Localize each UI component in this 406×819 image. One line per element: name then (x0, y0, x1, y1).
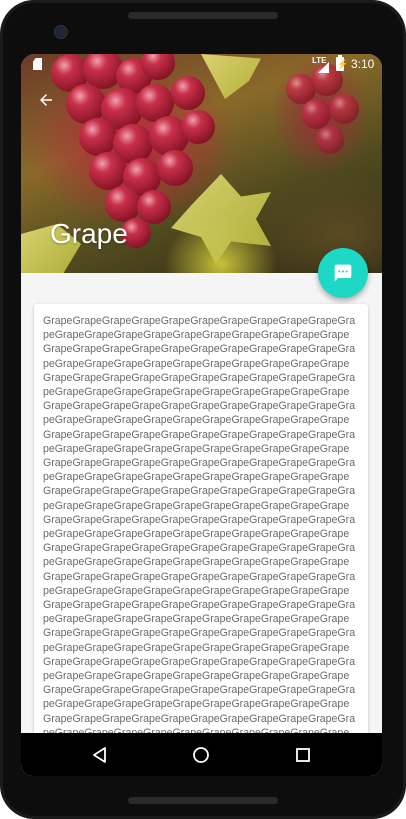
status-time: 3:10 (351, 57, 375, 71)
grape (157, 150, 193, 186)
network-type: LTE (312, 56, 327, 65)
nav-recents-icon (296, 748, 310, 762)
grape (79, 118, 117, 156)
page-title: Grape (50, 218, 128, 249)
battery-charging-icon: ⚡ (336, 55, 349, 71)
bottom-speaker (128, 797, 278, 804)
grape (171, 76, 205, 110)
grape (89, 152, 127, 190)
grape (181, 110, 215, 144)
nav-home-icon (193, 747, 209, 763)
front-camera (54, 25, 68, 39)
nav-home-button[interactable] (187, 741, 215, 769)
status-bar: LTE ⚡ 3:10 (21, 54, 382, 76)
grape (329, 94, 359, 124)
device-frame: LTE ⚡ 3:10 Grape GrapeGrapeGrapeGrapeGra… (0, 0, 406, 819)
nav-back-button[interactable] (86, 741, 114, 769)
back-button[interactable] (32, 86, 60, 114)
app-screen: LTE ⚡ 3:10 Grape GrapeGrapeGrapeGrapeGra… (21, 54, 382, 776)
leaf-shape (171, 174, 271, 264)
system-nav-bar (21, 733, 382, 776)
body-text: GrapeGrapeGrapeGrapeGrapeGrapeGrapeGrape… (43, 315, 356, 776)
earpiece-speaker (128, 12, 278, 19)
message-fab-button[interactable] (318, 248, 368, 298)
arrow-back-icon (40, 94, 52, 106)
grape (301, 99, 331, 129)
sd-card-icon (33, 58, 42, 70)
grape (316, 126, 344, 154)
nav-back-icon (93, 747, 106, 763)
message-icon (334, 264, 352, 282)
hero-image: LTE ⚡ 3:10 Grape (21, 54, 382, 273)
content-card: GrapeGrapeGrapeGrapeGrapeGrapeGrapeGrape… (34, 304, 368, 776)
nav-recents-button[interactable] (289, 741, 317, 769)
